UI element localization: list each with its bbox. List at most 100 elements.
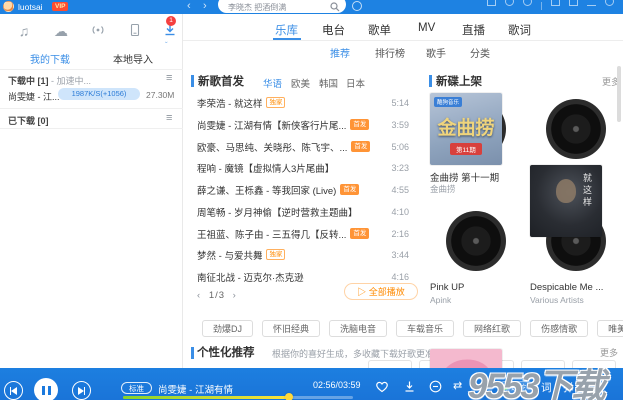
genre-tab-chinese[interactable]: 华语	[263, 76, 282, 90]
vip-badge[interactable]: VIP	[52, 2, 68, 11]
tab-live[interactable]: 直播	[462, 22, 485, 38]
divider	[0, 108, 183, 109]
downloading-header: 下载中 [1] - 加速中...	[8, 74, 91, 87]
device-icon[interactable]	[127, 22, 145, 40]
album-title[interactable]: 金曲捞 第十一期	[430, 170, 499, 184]
link-icon[interactable]	[569, 0, 578, 6]
cloud-icon[interactable]: ☁	[52, 22, 70, 40]
song-name[interactable]: 薛之谦、王栎鑫 - 等我回家 (Live)	[197, 183, 336, 197]
quality-selector[interactable]: 标准	[121, 382, 152, 394]
mini-mode-icon[interactable]	[487, 0, 496, 6]
play-mode-icon[interactable]: ⇄	[453, 379, 462, 392]
album-artist[interactable]: Various Artists	[530, 295, 584, 305]
close-icon[interactable]	[605, 0, 614, 6]
genre-tab-western[interactable]: 欧美	[291, 76, 310, 90]
forward-icon[interactable]: ›	[203, 0, 207, 13]
radio-icon[interactable]	[90, 22, 108, 40]
tab-radio[interactable]: 电台	[322, 22, 345, 38]
tag-button[interactable]: 伤感情歌	[530, 320, 588, 337]
favorite-heart-icon[interactable]	[375, 380, 389, 393]
exclusive-badge: 独家	[266, 249, 285, 260]
song-row[interactable]: 周笔畅 - 岁月神偷【逆时营救主题曲】 4:10	[197, 204, 409, 219]
subtab-artists[interactable]: 歌手	[426, 45, 446, 60]
tag-button[interactable]: 洗脑电音	[329, 320, 387, 337]
prev-page-icon[interactable]: ‹	[197, 290, 201, 301]
cover-art-text: 就这样	[581, 173, 594, 209]
subtab-charts[interactable]: 排行榜	[375, 45, 405, 60]
identify-song-icon[interactable]	[352, 1, 362, 11]
album-cover[interactable]: 酷狗音乐 金曲捞 第11期	[430, 93, 502, 165]
cover-art-face	[556, 179, 576, 203]
next-track-button[interactable]	[72, 381, 91, 400]
progress-handle[interactable]	[285, 393, 293, 400]
subtab-recommend[interactable]: 推荐	[330, 45, 350, 60]
album-cover[interactable]: 就这样	[530, 165, 602, 237]
song-row[interactable]: 李荣浩 - 就这样 独家 5:14	[197, 95, 409, 110]
song-name[interactable]: 李荣浩 - 就这样	[197, 96, 262, 110]
scrollbar[interactable]	[617, 66, 621, 122]
username[interactable]: luotsai	[18, 2, 43, 12]
tag-button[interactable]: 网络红歌	[463, 320, 521, 337]
section-marker	[191, 347, 194, 359]
song-row[interactable]: 梦然 - 与爱共舞 独家 3:44	[197, 247, 409, 262]
album-artist[interactable]: 金曲捞	[430, 183, 456, 195]
downloaded-menu-icon[interactable]: ≡	[166, 112, 172, 124]
song-duration: 2:16	[391, 229, 409, 239]
song-name[interactable]: 尚雯婕 - 江湖有情【新侠客行片尾...	[197, 118, 346, 132]
progress-fill	[123, 396, 289, 399]
tag-button[interactable]: 劲爆DJ	[202, 320, 253, 337]
download-song-icon[interactable]	[403, 380, 416, 393]
search-icon[interactable]	[330, 2, 340, 12]
song-row[interactable]: 王祖蓝、陈子由 - 三五得几【反转... 首发 2:16	[197, 226, 409, 241]
album-title[interactable]: Pink UP	[430, 282, 464, 293]
genre-tab-korean[interactable]: 韩国	[319, 76, 338, 90]
skin-icon[interactable]	[505, 0, 514, 6]
now-playing-title[interactable]: 尚雯婕 - 江湖有情	[158, 382, 233, 396]
song-name[interactable]: 欧豪、马思纯、关晓彤、陈飞宇、...	[197, 140, 347, 154]
minimize-icon[interactable]	[587, 0, 596, 6]
next-page-icon[interactable]: ›	[233, 290, 237, 301]
downloading-menu-icon[interactable]: ≡	[166, 72, 172, 84]
song-name[interactable]: 梦然 - 与爱共舞	[197, 248, 262, 262]
song-row[interactable]: 程响 - 魔镜【虚拟情人3片尾曲】 3:23	[197, 160, 409, 175]
tab-my-downloads[interactable]: 我的下载	[30, 51, 70, 66]
message-icon[interactable]	[551, 0, 560, 6]
song-name[interactable]: 南征北战 - 迈克尔·杰克逊	[197, 270, 304, 284]
song-row[interactable]: 尚雯婕 - 江湖有情【新侠客行片尾... 首发 3:59	[197, 117, 409, 132]
tag-button[interactable]: 车载音乐	[396, 320, 454, 337]
album-artist[interactable]: Apink	[430, 295, 451, 305]
song-row[interactable]: 南征北战 - 迈克尔·杰克逊 4:16	[197, 269, 409, 284]
tag-button[interactable]: 怀旧经典	[262, 320, 320, 337]
song-name[interactable]: 程响 - 魔镜【虚拟情人3片尾曲】	[197, 161, 334, 175]
play-all-button[interactable]: ▷ 全部播放	[344, 283, 418, 300]
back-icon[interactable]: ‹	[187, 0, 191, 13]
music-note-icon[interactable]: ♫	[15, 22, 33, 40]
song-row[interactable]: 薛之谦、王栎鑫 - 等我回家 (Live) 首发 4:55	[197, 182, 409, 197]
tab-lyrics[interactable]: 歌词	[508, 22, 531, 38]
song-name[interactable]: 王祖蓝、陈子由 - 三五得几【反转...	[197, 227, 346, 241]
download-item-name[interactable]: 尚雯婕 - 江...	[8, 90, 60, 103]
settings-gear-icon[interactable]	[523, 0, 532, 6]
first-release-badge: 首发	[351, 141, 370, 152]
quality-label: 标准	[129, 384, 144, 393]
song-row[interactable]: 欧豪、马思纯、关晓彤、陈飞宇、... 首发 5:06	[197, 139, 409, 154]
pause-button[interactable]	[34, 378, 58, 400]
tab-library[interactable]: 乐库	[275, 22, 298, 38]
song-duration: 3:23	[391, 163, 409, 173]
tab-local-import[interactable]: 本地导入	[113, 51, 153, 66]
avatar[interactable]	[3, 1, 14, 12]
divider	[0, 69, 183, 70]
song-name[interactable]: 周笔畅 - 岁月神偷【逆时营救主题曲】	[197, 205, 355, 219]
tab-mv[interactable]: MV	[418, 22, 435, 34]
previous-track-button[interactable]	[4, 381, 23, 400]
genre-tab-japanese[interactable]: 日本	[346, 76, 365, 90]
subtab-categories[interactable]: 分类	[470, 45, 490, 60]
playback-time: 02:56/03:59	[313, 380, 361, 390]
tab-playlist[interactable]: 歌单	[368, 22, 391, 38]
album-title[interactable]: Despicable Me ...	[530, 282, 603, 293]
cover-art-text: 金曲捞	[430, 113, 502, 140]
song-duration: 4:10	[391, 207, 409, 217]
search-text[interactable]: 李晓杰 把酒倒满	[228, 2, 286, 13]
tag-button[interactable]: 唯美轻音乐	[597, 320, 623, 337]
remove-circle-icon[interactable]	[429, 380, 442, 393]
